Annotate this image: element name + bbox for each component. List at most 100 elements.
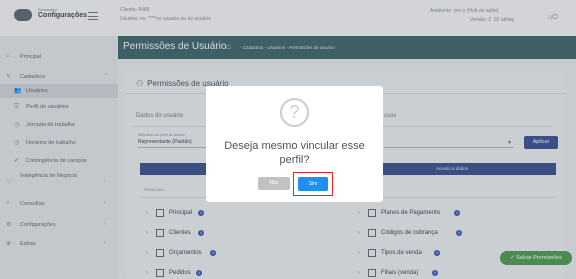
version-info: Versão: 2 .90 abling: [470, 17, 515, 23]
permission-label: Tipos de venda: [381, 250, 422, 256]
sidebar-item-label: Extras: [20, 241, 36, 247]
page-header: Permissões de Usuário ⌂ - Cadastros - Us…: [118, 36, 576, 59]
list-icon: ☰: [14, 104, 20, 110]
checkbox[interactable]: [156, 209, 164, 217]
sidebar-item-consultas[interactable]: ⌕ Consultas ›: [0, 197, 118, 211]
top-bar: Financeiro Configurações Cliente: 8489 U…: [0, 0, 576, 36]
clock-icon: ◷: [14, 122, 20, 128]
info-icon[interactable]: i: [198, 210, 204, 216]
tab-access[interactable]: ssos: [384, 113, 396, 119]
chevron-right-icon[interactable]: ›: [146, 210, 148, 216]
info-icon[interactable]: i: [196, 270, 202, 276]
caret-down-icon: ▼: [507, 140, 512, 146]
chevron-up-icon: ⌃: [104, 73, 109, 79]
plus-circle-icon: ⊕: [6, 241, 12, 247]
permission-label: Clientes: [169, 230, 191, 236]
chevron-right-icon[interactable]: ›: [358, 210, 360, 216]
sidebar-item-configuracoes[interactable]: ⚙ Configurações ›: [0, 218, 118, 232]
breadcrumb: - Cadastros - Usuários - Permissões de u…: [240, 45, 335, 50]
yes-button[interactable]: Sim: [298, 177, 328, 191]
chevron-right-icon: ›: [104, 200, 106, 206]
permission-item[interactable]: › Pedidos i: [146, 269, 246, 279]
home-logout-icon[interactable]: ⌂⏻: [548, 14, 558, 22]
info-icon[interactable]: i: [454, 210, 460, 216]
permission-item[interactable]: › Clientes i: [146, 229, 246, 239]
chevron-right-icon[interactable]: ›: [146, 250, 148, 256]
environment-info: Ambiente: pro o (Hub de ação): [430, 8, 499, 14]
sidebar-item-jornada[interactable]: ◷ Jornada de trabalho: [0, 118, 118, 132]
yes-button-highlight: Sim: [293, 172, 333, 196]
chevron-right-icon: ›: [104, 240, 106, 246]
gear-icon: ⚙: [6, 222, 12, 228]
tab-user-data[interactable]: Dados do usuário: [136, 113, 183, 119]
sidebar-item-cadastros[interactable]: ✎ Cadastros ⌃: [0, 70, 118, 84]
profile-select[interactable]: Representante (Padrão): [138, 139, 208, 148]
info-icon[interactable]: i: [432, 270, 438, 276]
checkbox[interactable]: [368, 269, 376, 277]
sidebar-item-label: Jornada de trabalho: [26, 122, 75, 128]
chevron-right-icon[interactable]: ›: [146, 270, 148, 276]
info-icon[interactable]: i: [198, 230, 204, 236]
chevron-right-icon[interactable]: ›: [358, 230, 360, 236]
sidebar-item-usuarios[interactable]: 👥 Usuários: [0, 84, 118, 98]
sidebar-item-label: Usuários: [26, 88, 48, 94]
checkbox[interactable]: [156, 229, 164, 237]
sidebar-item-label: Cadastros: [20, 74, 46, 80]
search-input[interactable]: Pesquisar...: [144, 187, 168, 192]
permission-label: Orçamentos: [169, 250, 202, 256]
permission-item[interactable]: › Planos de Pagamento i: [358, 209, 478, 219]
info-icon[interactable]: i: [456, 230, 462, 236]
secondary-select[interactable]: ▼: [384, 139, 514, 148]
permission-item[interactable]: › Códigos de cobrança i: [358, 229, 478, 239]
permission-item[interactable]: › Orçamentos i: [146, 249, 246, 259]
checkbox[interactable]: [368, 209, 376, 217]
sidebar-item-label: Contingência de campos: [26, 158, 87, 164]
sidebar-item-horarios[interactable]: ◷ Horários de trabalho: [0, 136, 118, 150]
sidebar-item-label: Configurações: [20, 222, 56, 228]
chevron-right-icon: ›: [104, 178, 106, 184]
sidebar-item-contingencia[interactable]: ✔ Contingência de campos: [0, 154, 118, 168]
permission-label: Principal: [169, 210, 193, 216]
checkbox[interactable]: [156, 249, 164, 257]
permission-label: Códigos de cobrança: [381, 230, 438, 236]
permission-label: Planos de Pagamento: [381, 210, 441, 216]
chevron-right-icon[interactable]: ›: [146, 230, 148, 236]
permission-label: Pedidos: [169, 270, 191, 276]
chevron-right-icon[interactable]: ›: [358, 270, 360, 276]
sidebar-item-label: Horários de trabalho: [26, 140, 76, 146]
clock-icon: ◷: [14, 140, 20, 146]
checkbox[interactable]: [156, 269, 164, 277]
permission-item[interactable]: › Tipos de venda i: [358, 249, 478, 259]
sidebar-item-principal[interactable]: ⌂ Principal: [0, 50, 118, 64]
user-info: Usuário: es. ****no usuario.ou de usuári…: [120, 16, 211, 22]
chevron-right-icon[interactable]: ›: [358, 250, 360, 256]
sidebar: ⌂ Principal ✎ Cadastros ⌃ 👥 Usuários ☰ P…: [0, 36, 118, 279]
profile-select-label: Selecione um perfil de acesso: [138, 133, 185, 137]
sidebar-item-label: Inteligência de Negócio: [20, 173, 78, 179]
check-icon: ✔: [14, 158, 20, 164]
checkbox[interactable]: [368, 229, 376, 237]
home-icon[interactable]: ⌂: [226, 42, 231, 51]
page-title: Permissões de Usuário: [123, 41, 227, 52]
info-icon[interactable]: i: [210, 250, 216, 256]
confirm-dialog: ? Deseja mesmo vincular esse perfil? Não…: [206, 86, 383, 202]
menu-toggle-icon[interactable]: [88, 12, 98, 20]
apply-button[interactable]: Aplicar: [524, 136, 558, 149]
sidebar-item-extras[interactable]: ⊕ Extras ›: [0, 237, 118, 251]
sidebar-item-inteligencia[interactable]: ♡ Inteligência de Negócio ›: [0, 172, 118, 192]
sidebar-item-label: Perfil de usuários: [26, 104, 69, 110]
info-icon[interactable]: i: [434, 250, 440, 256]
home-icon: ⌂: [6, 53, 10, 59]
permission-item[interactable]: › Filiais (venda) i: [358, 269, 478, 279]
client-info: Cliente: 8489: [120, 7, 150, 13]
no-button[interactable]: Não: [258, 177, 290, 190]
chevron-right-icon: ›: [104, 221, 106, 227]
logo-title: Configurações: [38, 12, 88, 19]
sidebar-item-perfil[interactable]: ☰ Perfil de usuários: [0, 100, 118, 114]
checkbox[interactable]: [368, 249, 376, 257]
permission-item[interactable]: › Principal i: [146, 209, 246, 219]
save-permissions-button[interactable]: ✓ Salvar Permissões: [500, 251, 572, 265]
sidebar-item-label: Consultas: [20, 201, 45, 207]
users-icon: 👥: [14, 88, 22, 94]
edit-icon: ✎: [6, 74, 12, 80]
